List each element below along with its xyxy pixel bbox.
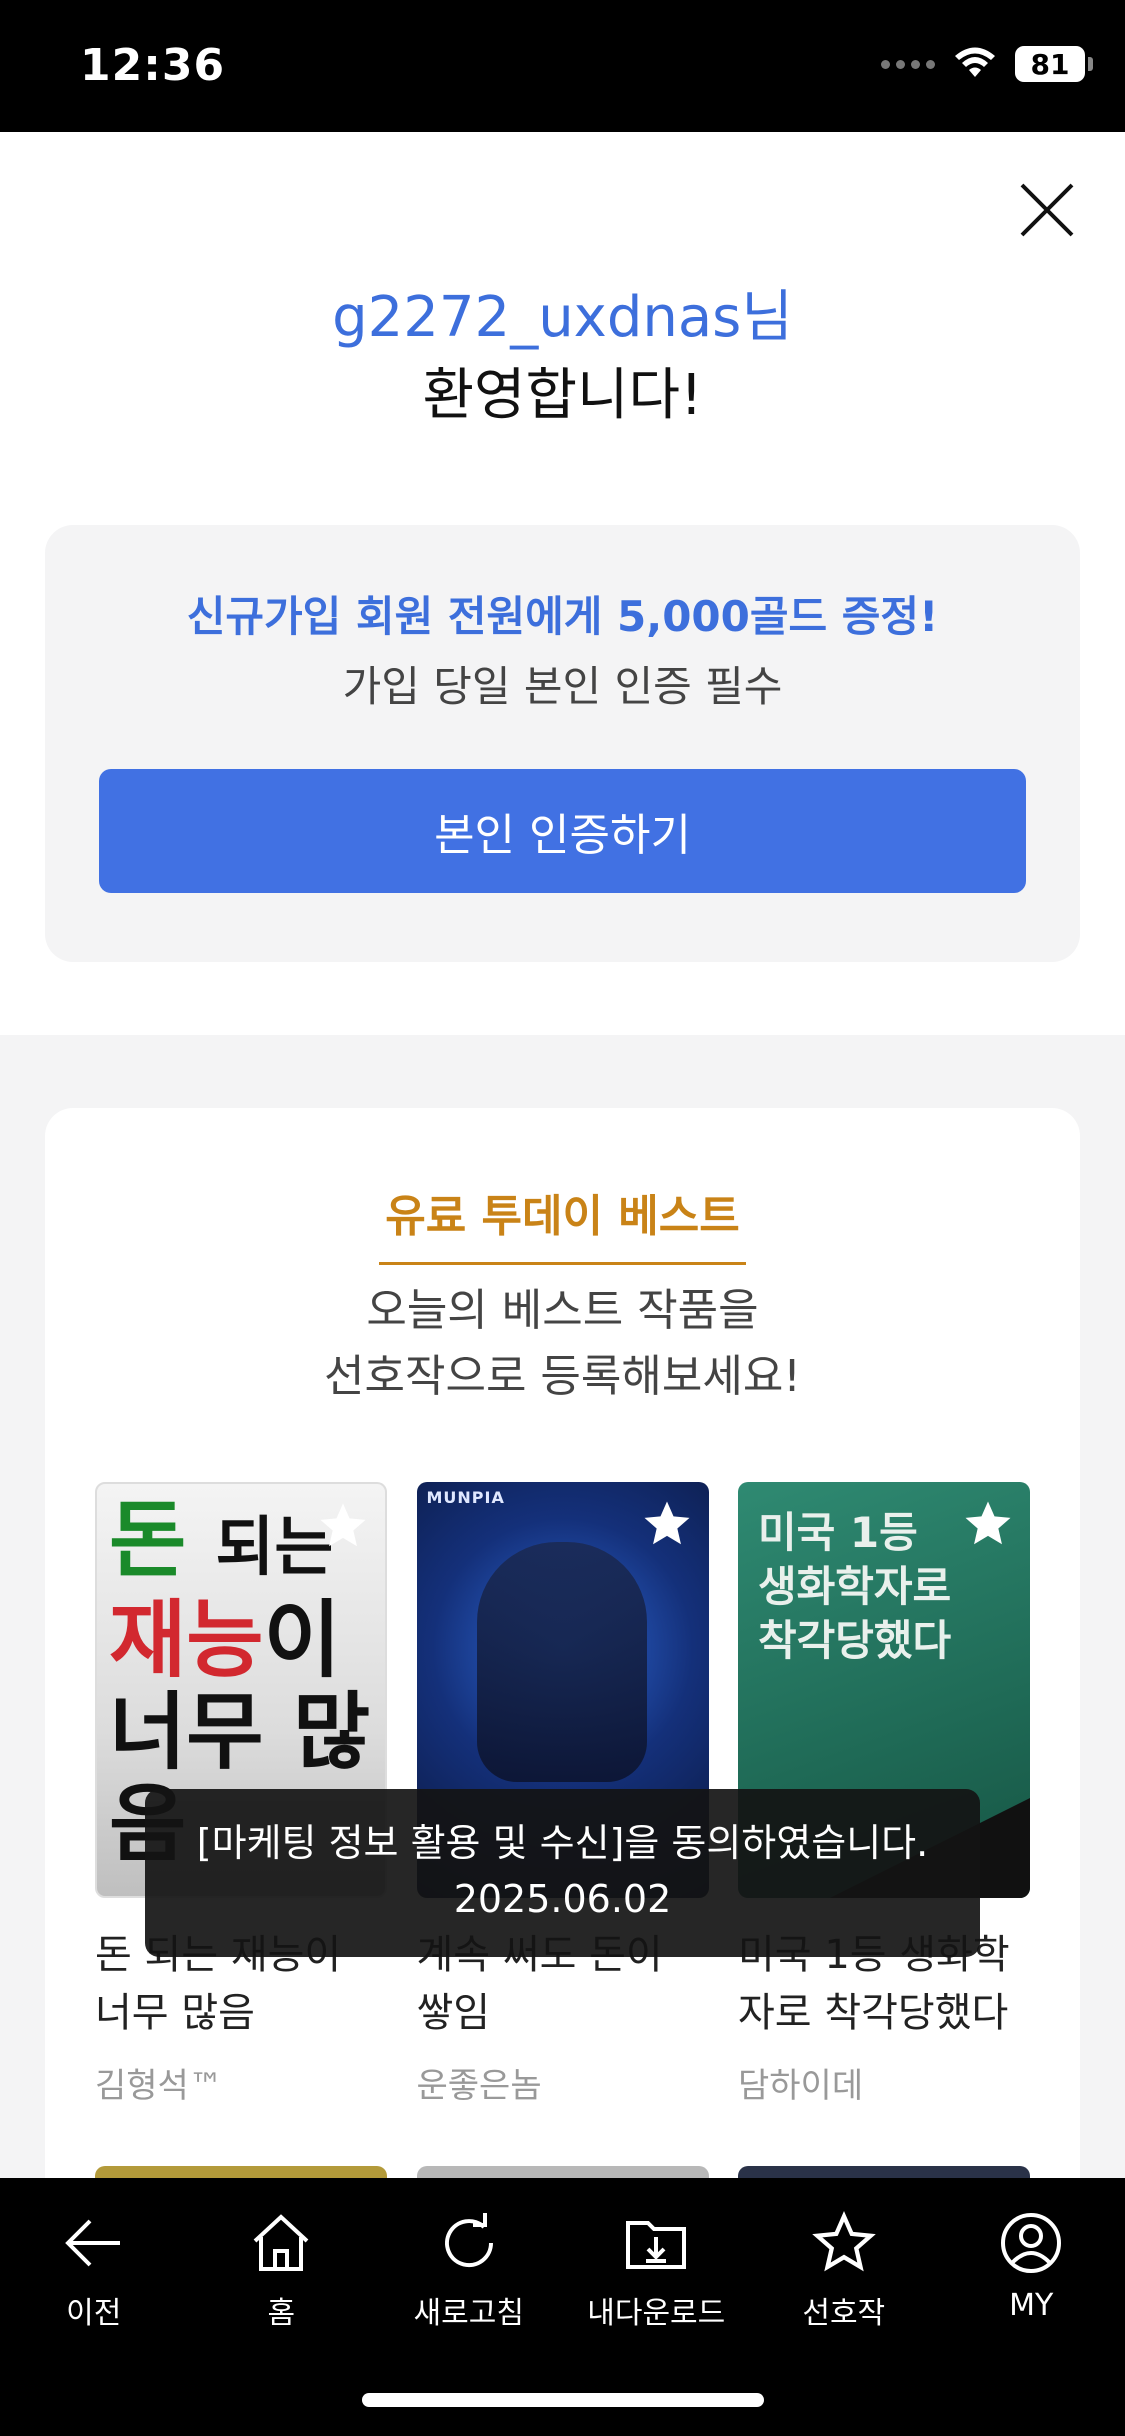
welcome-section: g2272_uxdnas님 환영합니다! 신규가입 회원 전원에게 5,000골… <box>0 132 1125 1035</box>
nav-downloads[interactable]: 내다운로드 <box>571 2208 741 2332</box>
star-icon <box>644 1501 689 1545</box>
wifi-icon <box>955 47 995 77</box>
toast-message: [마케팅 정보 활용 및 수신]을 동의하였습니다. 2025.06.02 <box>145 1789 980 1957</box>
status-indicators: 81 <box>881 46 1093 82</box>
favorite-star-button[interactable] <box>960 1496 1016 1552</box>
nav-my-label: MY <box>1009 2288 1054 2323</box>
nav-home-label: 홈 <box>267 2296 296 2331</box>
battery-icon: 81 <box>1015 46 1093 82</box>
cellular-signal-icon <box>881 59 935 69</box>
nav-refresh-label: 새로고침 <box>413 2296 524 2331</box>
welcome-greeting: 환영합니다! <box>422 363 703 428</box>
promo-subtext: 가입 당일 본인 인증 필수 <box>342 662 783 711</box>
description-line-2: 선호작으로 등록해보세요! <box>324 1351 801 1402</box>
star-icon <box>965 1501 1011 1545</box>
home-indicator[interactable] <box>362 2393 764 2407</box>
identity-verification-button[interactable]: 본인 인증하기 <box>99 769 1026 893</box>
toast-line-1: [마케팅 정보 활용 및 수신]을 동의하였습니다. <box>196 1821 929 1865</box>
home-icon <box>253 2214 309 2271</box>
back-arrow-icon <box>64 2219 120 2267</box>
favorite-star-button[interactable] <box>639 1496 695 1552</box>
close-icon <box>1020 183 1074 237</box>
download-folder-icon <box>626 2221 687 2269</box>
toast-line-2: 2025.06.02 <box>453 1877 672 1921</box>
star-outline-icon <box>811 2211 876 2272</box>
nav-favorites-label: 선호작 <box>802 2296 886 2331</box>
nav-favorites[interactable]: 선호작 <box>759 2208 929 2332</box>
nav-back-label: 이전 <box>66 2296 122 2331</box>
publisher-logo: MUNPIA <box>426 1488 505 1507</box>
username: g2272_uxdnas님 <box>332 285 793 350</box>
book-author: 김형석™ <box>95 2066 223 2106</box>
status-time: 12:36 <box>80 40 226 91</box>
nav-home[interactable]: 홈 <box>196 2208 366 2332</box>
close-button[interactable] <box>1007 170 1087 250</box>
book-author: 담하이데 <box>738 2066 864 2106</box>
section-title: 유료 투데이 베스트 <box>379 1180 746 1265</box>
cover-title-art: 미국 1등 생화학자로 착각당했다 <box>758 1508 952 1665</box>
nav-back[interactable]: 이전 <box>9 2208 179 2332</box>
nav-downloads-label: 내다운로드 <box>587 2296 726 2331</box>
star-icon <box>320 1503 366 1547</box>
cover-illustration <box>476 1542 647 1782</box>
favorite-star-button[interactable] <box>315 1498 371 1554</box>
book-author: 운좋은놈 <box>416 2066 542 2106</box>
signup-promo-card: 신규가입 회원 전원에게 5,000골드 증정! 가입 당일 본인 인증 필수 … <box>45 525 1080 962</box>
battery-level: 81 <box>1030 47 1070 81</box>
refresh-icon <box>444 2213 493 2268</box>
description-line-1: 오늘의 베스트 작품을 <box>366 1285 759 1336</box>
nav-refresh[interactable]: 새로고침 <box>384 2208 554 2332</box>
status-bar: 12:36 81 <box>0 0 1125 132</box>
nav-my[interactable]: MY <box>946 2208 1116 2332</box>
user-profile-icon <box>1001 2213 1062 2273</box>
promo-headline: 신규가입 회원 전원에게 5,000골드 증정! <box>186 592 939 641</box>
section-description: 오늘의 베스트 작품을 선호작으로 등록해보세요! <box>45 1278 1080 1410</box>
